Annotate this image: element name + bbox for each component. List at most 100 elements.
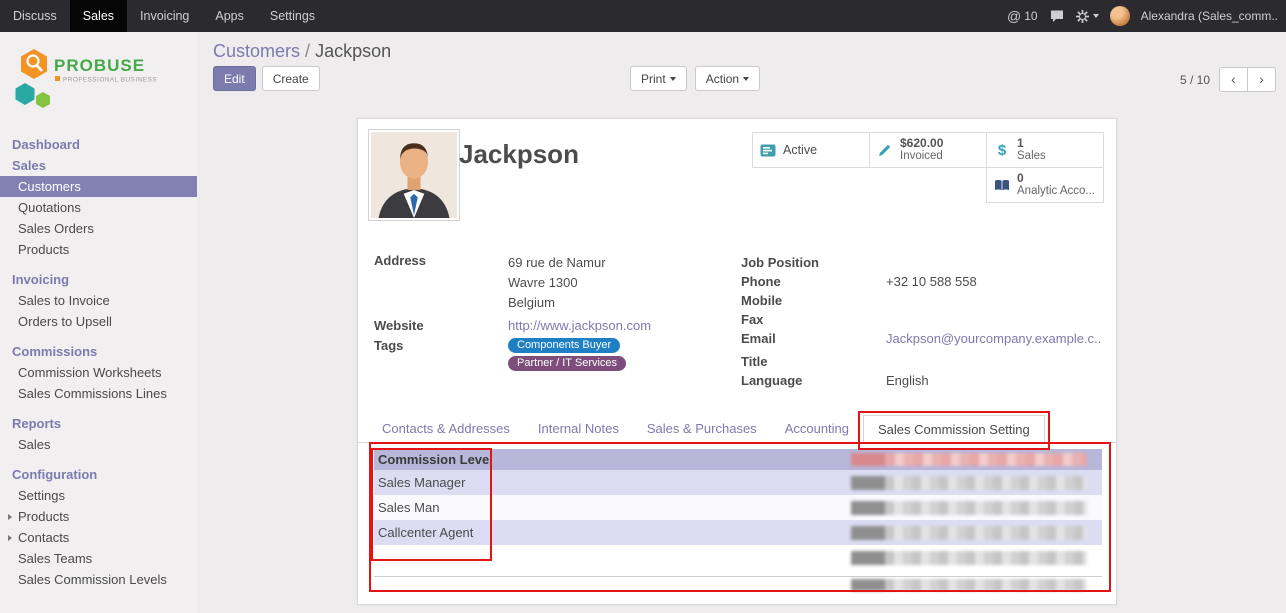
title-label: Title — [741, 354, 886, 369]
tags-field: Tags Components Buyer Partner / IT Servi… — [374, 338, 719, 371]
mobile-label: Mobile — [741, 293, 886, 308]
sidebar-item-sales-to-invoice[interactable]: Sales to Invoice — [0, 290, 197, 311]
create-button[interactable]: Create — [262, 66, 320, 91]
mobile-field: Mobile — [741, 293, 1101, 308]
sales-stat-button[interactable]: $ 1 Sales — [986, 132, 1104, 168]
sidebar-item-config-contacts[interactable]: Contacts — [0, 527, 197, 548]
tab-sales-purchases[interactable]: Sales & Purchases — [633, 415, 771, 442]
sidebar-section-configuration: Configuration Settings Products Contacts… — [0, 464, 197, 590]
debug-gear-icon[interactable] — [1076, 10, 1099, 23]
breadcrumb-separator: / — [305, 41, 310, 61]
sidebar-item-reports[interactable]: Reports — [0, 413, 197, 434]
pager-next-button[interactable]: › — [1247, 67, 1276, 92]
table-row[interactable]: Sales Man — [374, 495, 1102, 520]
topmenu-invoicing[interactable]: Invoicing — [127, 0, 202, 32]
sidebar-item-commission-worksheets[interactable]: Commission Worksheets — [0, 362, 197, 383]
sidebar-item-invoicing[interactable]: Invoicing — [0, 269, 197, 290]
topmenu-discuss[interactable]: Discuss — [0, 0, 70, 32]
sidebar-item-sales-commission-levels[interactable]: Sales Commission Levels — [0, 569, 197, 590]
topmenu-sales[interactable]: Sales — [70, 0, 127, 32]
sidebar-item-config-products[interactable]: Products — [0, 506, 197, 527]
invoiced-stat-button[interactable]: $620.00 Invoiced — [869, 132, 987, 168]
chevron-down-icon — [670, 77, 676, 81]
table-footer-row — [374, 576, 1102, 593]
user-avatar[interactable] — [1110, 6, 1130, 26]
phone-label: Phone — [741, 274, 886, 289]
sidebar-item-dashboard[interactable]: Dashboard — [0, 134, 197, 155]
probuse-logo: PROBUSE PROFESSIONAL BUSINESS — [0, 32, 197, 125]
sidebar-item-reports-sales[interactable]: Sales — [0, 434, 197, 455]
sidebar-item-orders-to-upsell[interactable]: Orders to Upsell — [0, 311, 197, 332]
job-position-label: Job Position — [741, 255, 886, 270]
website-link[interactable]: http://www.jackpson.com — [508, 318, 651, 333]
sidebar-item-sales-orders[interactable]: Sales Orders — [0, 218, 197, 239]
pager-previous-button[interactable]: ‹ — [1219, 67, 1248, 92]
table-row[interactable]: Sales Manager — [374, 470, 1102, 495]
phone-field: Phone +32 10 588 558 — [741, 274, 1101, 289]
customer-name: Jackpson — [459, 139, 579, 170]
email-link[interactable]: Jackpson@yourcompany.example.c.. — [886, 331, 1101, 346]
redacted-region — [851, 579, 1087, 591]
mentions-counter[interactable]: @ 10 — [1007, 8, 1038, 24]
svg-text:PROBUSE: PROBUSE — [54, 56, 145, 75]
app-sidebar: PROBUSE PROFESSIONAL BUSINESS Dashboard … — [0, 32, 197, 613]
book-icon — [993, 179, 1011, 192]
active-label: Active — [783, 143, 817, 157]
table-row[interactable] — [374, 545, 1102, 570]
pager-counter: 5 / 10 — [1180, 73, 1210, 87]
user-menu[interactable]: Alexandra (Sales_comm.. — [1141, 9, 1278, 23]
email-label: Email — [741, 331, 886, 346]
redacted-region — [851, 526, 1087, 540]
sidebar-item-quotations[interactable]: Quotations — [0, 197, 197, 218]
sidebar-item-configuration[interactable]: Configuration — [0, 464, 197, 485]
action-buttons: Print Action — [630, 66, 760, 91]
chevron-down-icon — [743, 77, 749, 81]
left-field-group: Address 69 rue de Namur Wavre 1300 Belgi… — [374, 253, 719, 376]
address-field: Address 69 rue de Namur Wavre 1300 Belgi… — [374, 253, 719, 313]
language-label: Language — [741, 373, 886, 388]
user-name: Alexandra (Sales_comm.. — [1141, 9, 1278, 23]
record-pager: 5 / 10 ‹ › — [1180, 67, 1276, 92]
sidebar-item-customers[interactable]: Customers — [0, 176, 197, 197]
active-stat-button[interactable]: Active — [752, 132, 870, 168]
redacted-region — [851, 476, 1087, 490]
tab-label: Sales Commission Setting — [878, 422, 1030, 437]
analytic-stat-button[interactable]: 0 Analytic Acco... — [986, 167, 1104, 203]
mention-count: 10 — [1024, 9, 1037, 23]
analytic-count-label: Analytic Acco... — [1017, 185, 1095, 198]
tab-sales-commission-setting[interactable]: Sales Commission Setting — [863, 415, 1045, 443]
edit-button[interactable]: Edit — [213, 66, 256, 91]
tag-components-buyer: Components Buyer — [508, 338, 620, 353]
print-dropdown[interactable]: Print — [630, 66, 687, 91]
breadcrumb-customers[interactable]: Customers — [213, 41, 300, 61]
form-buttons: Edit Create — [213, 66, 320, 91]
sales-count-value: 1 — [1017, 137, 1046, 150]
table-row[interactable]: Callcenter Agent — [374, 520, 1102, 545]
sidebar-item-sales[interactable]: Sales — [0, 155, 197, 176]
commission-level-cell: Sales Manager — [374, 475, 851, 490]
pencil-icon — [876, 143, 894, 157]
sidebar-item-sales-teams[interactable]: Sales Teams — [0, 548, 197, 569]
website-field: Website http://www.jackpson.com — [374, 318, 719, 333]
invoiced-value: $620.00 — [900, 137, 943, 150]
topmenu-settings[interactable]: Settings — [257, 0, 328, 32]
sidebar-item-products[interactable]: Products — [0, 239, 197, 260]
phone-value: +32 10 588 558 — [886, 274, 977, 289]
tab-accounting[interactable]: Accounting — [771, 415, 863, 442]
breadcrumb: Customers / Jackpson — [213, 41, 391, 62]
action-dropdown[interactable]: Action — [695, 66, 760, 91]
sidebar-item-settings[interactable]: Settings — [0, 485, 197, 506]
sidebar-section-sales: Sales Customers Quotations Sales Orders … — [0, 155, 197, 260]
redacted-region — [851, 551, 1087, 565]
sidebar-item-sales-commissions-lines[interactable]: Sales Commissions Lines — [0, 383, 197, 404]
chat-bubble-icon[interactable] — [1049, 9, 1065, 23]
address-label: Address — [374, 253, 508, 313]
tab-internal-notes[interactable]: Internal Notes — [524, 415, 633, 442]
toggle-icon — [759, 144, 777, 157]
tab-contacts-addresses[interactable]: Contacts & Addresses — [368, 415, 524, 442]
sidebar-item-commissions[interactable]: Commissions — [0, 341, 197, 362]
sidebar-item-label: Products — [18, 509, 69, 524]
language-field: Language English — [741, 373, 1101, 388]
topmenu-apps[interactable]: Apps — [202, 0, 257, 32]
sidebar-section-commissions: Commissions Commission Worksheets Sales … — [0, 341, 197, 404]
